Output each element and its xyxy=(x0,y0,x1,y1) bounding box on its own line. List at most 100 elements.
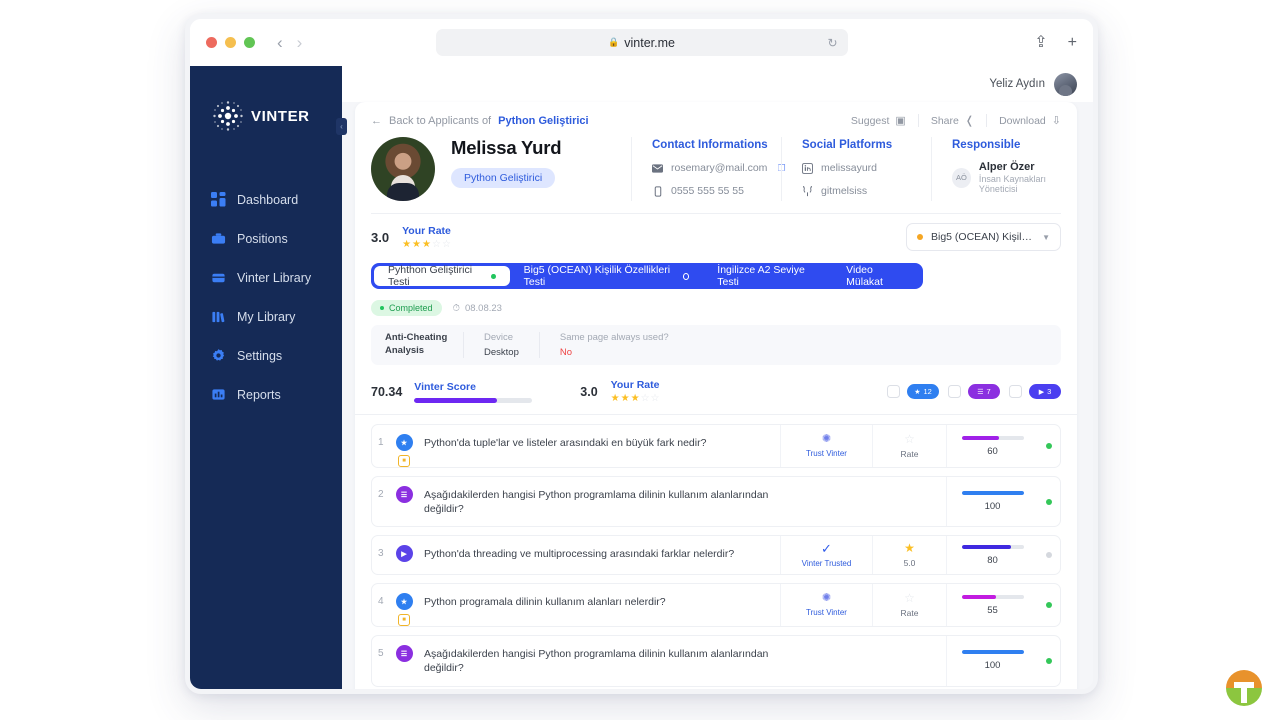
back-icon[interactable]: ‹ xyxy=(277,34,283,51)
plus-icon[interactable]: + xyxy=(1068,34,1077,51)
rate-stars[interactable]: ★★★☆☆ xyxy=(402,239,452,250)
brand-name: VINTER xyxy=(251,107,310,125)
star-filled[interactable]: ★ xyxy=(621,393,631,404)
share-icon[interactable]: ⇪ xyxy=(1034,34,1047,51)
email-value: rosemary@mail.com xyxy=(671,162,768,174)
brand-logo[interactable]: VINTER xyxy=(190,82,342,136)
status-dot-icon xyxy=(1046,443,1052,449)
filter-vd-badge[interactable]: ▶ 3 xyxy=(1029,384,1061,399)
field-key: Same page always used? xyxy=(559,332,669,343)
trust-cell[interactable]: ✺ Trust Vinter xyxy=(780,425,872,467)
navigation-arrows[interactable]: ‹ › xyxy=(277,34,302,51)
close-window-button[interactable] xyxy=(206,37,217,48)
tab-label: Video Mülakat xyxy=(846,264,883,288)
field-value: No xyxy=(559,347,573,358)
app-root: VINTER Dashboard Positions Vinter Librar… xyxy=(190,66,1093,689)
filter-mc-badge[interactable]: ☰ 7 xyxy=(968,384,1000,399)
star-filled[interactable]: ★ xyxy=(412,239,422,250)
status-dot-icon xyxy=(1046,657,1052,664)
list-icon: ☰ xyxy=(977,388,984,396)
table-row[interactable]: 2 ☰ Aşağıdakilerden hangisi Python program… xyxy=(371,476,1061,528)
trust-label: Trust Vinter xyxy=(806,608,847,618)
github-row[interactable]: gitmelsiss xyxy=(802,185,931,197)
tab-english-test[interactable]: İngilizce A2 Seviye Testi xyxy=(703,264,832,288)
trust-cell[interactable]: ✺ Trust Vinter xyxy=(780,584,872,627)
status-dot-icon xyxy=(491,273,496,279)
status-cell xyxy=(1038,636,1060,685)
sidebar-item-dashboard[interactable]: Dashboard xyxy=(190,180,342,219)
ai-icon: ★ xyxy=(395,593,413,611)
question-number: 3 xyxy=(378,548,384,560)
filter-mc[interactable]: ☰ 7 xyxy=(948,384,1000,399)
github-icon xyxy=(802,185,813,197)
trust-cell[interactable]: ✓ Vinter Trusted xyxy=(780,536,872,575)
star-empty[interactable]: ☆ xyxy=(432,239,442,250)
rate-cell[interactable]: ☆ Rate xyxy=(872,584,946,627)
star-empty[interactable]: ☆ xyxy=(904,592,915,604)
sidebar-collapse-button[interactable]: ‹ xyxy=(336,118,347,135)
social-title: Social Platforms xyxy=(802,139,893,151)
filter-mc-checkbox[interactable] xyxy=(948,385,961,398)
filter-ai-checkbox[interactable] xyxy=(887,385,900,398)
list-icon: ☰ xyxy=(395,645,413,663)
minimize-window-button[interactable] xyxy=(225,37,236,48)
table-row[interactable]: 3 ▶ Python'da threading ve multiprocessing… xyxy=(371,535,1061,576)
score-bar xyxy=(961,491,1024,496)
tab-label: Big5 (OCEAN) Kişilik Özellikleri Testi xyxy=(523,264,671,288)
responsible-name: Alper Özer xyxy=(978,161,1035,173)
responsible-person[interactable]: AÖ Alper Özer İnsan Kaynakları Yöneticis… xyxy=(952,161,1077,194)
sidebar-item-vinter-library[interactable]: Vinter Library xyxy=(190,258,342,297)
back-to-applicants-link[interactable]: ← Back to Applicants of Python Geliştiri… xyxy=(371,115,589,127)
forward-icon[interactable]: › xyxy=(297,34,303,51)
tab-video-interview[interactable]: Video Mülakat xyxy=(832,264,920,288)
star-filled[interactable]: ★ xyxy=(631,393,641,404)
rate-cell-empty xyxy=(872,636,946,685)
your-rate-stars[interactable]: ★★★☆☆ xyxy=(611,393,661,404)
avatar[interactable] xyxy=(1054,72,1077,96)
star-filled[interactable]: ★ xyxy=(422,239,432,250)
table-row[interactable]: 5 ☰ Aşağıdakilerden hangisi Python program… xyxy=(371,635,1061,687)
star-empty[interactable]: ☆ xyxy=(641,393,651,404)
share-button[interactable]: Share ❬ xyxy=(917,114,986,127)
filter-count: 12 xyxy=(923,387,932,396)
score-bar-fill xyxy=(961,435,999,440)
maximize-window-button[interactable] xyxy=(244,37,255,48)
table-row[interactable]: 1 ★ ■ Python'da tuple'lar ve listeler arası… xyxy=(371,424,1061,468)
reload-icon[interactable]: ↻ xyxy=(827,36,837,50)
star-filled[interactable]: ★ xyxy=(904,542,915,554)
address-bar[interactable]: 🔒 vinter.me ↻ xyxy=(435,29,848,56)
clock-icon: ⏱ xyxy=(452,302,460,314)
star-empty[interactable]: ☆ xyxy=(442,239,452,250)
suggest-button[interactable]: Suggest ▣ xyxy=(839,114,918,128)
share-label: Share xyxy=(930,114,959,127)
score-value: 100 xyxy=(984,660,1001,672)
filter-vd[interactable]: ▶ 3 xyxy=(1009,384,1061,399)
star-empty[interactable]: ☆ xyxy=(904,433,915,445)
filter-ai-badge[interactable]: ★ 12 xyxy=(907,384,939,399)
tab-big5-test[interactable]: Big5 (OCEAN) Kişilik Özellikleri Testi xyxy=(510,264,704,288)
table-row[interactable]: 4 ★ ■ Python programala dilinin kullanım al… xyxy=(371,583,1061,628)
filter-ai[interactable]: ★ 12 xyxy=(887,384,939,399)
test-selector-dropdown[interactable]: Big5 (OCEAN) Kişilik Özell... ▼ xyxy=(906,223,1061,251)
window-controls[interactable] xyxy=(206,37,255,48)
email-row[interactable]: rosemary@mail.com ❐ xyxy=(652,162,786,174)
rate-cell[interactable]: ★ 5.0 xyxy=(872,536,946,575)
sidebar-item-reports[interactable]: Reports xyxy=(190,375,342,414)
status-dot-icon xyxy=(917,234,923,240)
score-bar-fill xyxy=(961,650,1024,655)
phone-row[interactable]: 0555 555 55 55 xyxy=(652,185,781,197)
sidebar-item-my-library[interactable]: My Library xyxy=(190,297,342,336)
sidebar-item-settings[interactable]: Settings xyxy=(190,336,342,375)
star-empty[interactable]: ☆ xyxy=(651,393,661,404)
social-section: Social Platforms melissayurd gitmelsiss xyxy=(781,137,931,201)
star-filled[interactable]: ★ xyxy=(611,393,621,404)
rate-cell[interactable]: ☆ Rate xyxy=(872,425,946,467)
contact-section: Contact Informations rosemary@mail.com ❐ xyxy=(631,137,786,201)
star-filled[interactable]: ★ xyxy=(402,239,412,250)
linkedin-row[interactable]: melissayurd xyxy=(802,162,931,174)
sidebar-item-positions[interactable]: Positions xyxy=(190,219,342,258)
note-icon: ■ xyxy=(398,614,410,627)
filter-vd-checkbox[interactable] xyxy=(1009,385,1022,398)
download-button[interactable]: Download ⇩ xyxy=(986,114,1061,127)
tab-python-test[interactable]: Pyhthon Geliştirici Testi xyxy=(374,264,510,288)
